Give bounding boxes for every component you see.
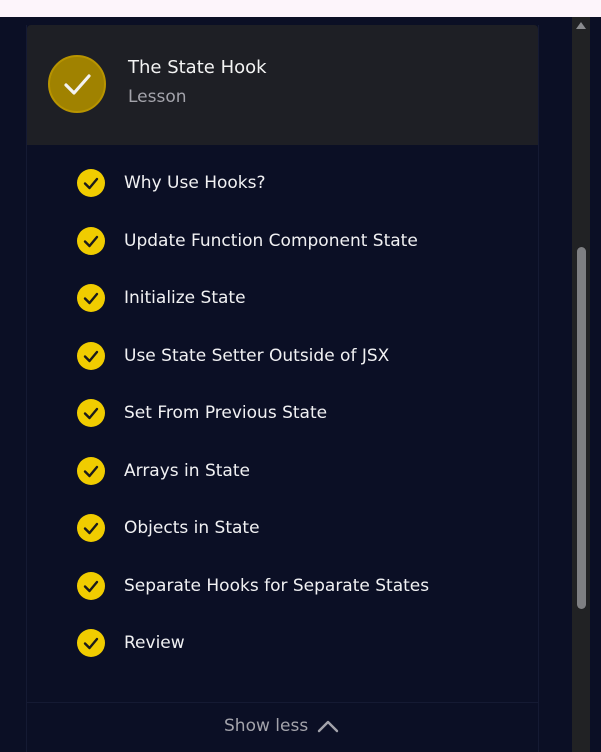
check-icon xyxy=(77,169,105,197)
check-icon xyxy=(77,572,105,600)
list-item[interactable]: Arrays in State xyxy=(77,456,250,486)
right-edge-strip xyxy=(590,17,601,752)
list-item-label: Objects in State xyxy=(124,518,260,538)
show-less-label: Show less xyxy=(224,716,309,736)
chevron-up-icon xyxy=(317,720,339,733)
show-less-button[interactable]: Show less xyxy=(224,716,339,736)
list-item[interactable]: Why Use Hooks? xyxy=(77,168,266,198)
list-item[interactable]: Set From Previous State xyxy=(77,398,327,428)
list-item-label: Separate Hooks for Separate States xyxy=(124,576,430,596)
list-item-label: Why Use Hooks? xyxy=(124,173,266,193)
lesson-panel: The State Hook Lesson Why Use Hooks? Upd… xyxy=(0,17,572,752)
list-item-label: Update Function Component State xyxy=(124,231,418,251)
list-item-label: Set From Previous State xyxy=(124,403,328,423)
lesson-title: The State Hook xyxy=(128,57,267,78)
list-item[interactable]: Initialize State xyxy=(77,283,246,313)
list-item-label: Initialize State xyxy=(124,288,246,308)
list-item[interactable]: Use State Setter Outside of JSX xyxy=(77,341,389,371)
scrollbar-thumb[interactable] xyxy=(577,247,586,609)
check-icon xyxy=(77,342,105,370)
list-item[interactable]: Objects in State xyxy=(77,513,260,543)
list-item-label: Arrays in State xyxy=(124,461,250,481)
lesson-header[interactable]: The State Hook Lesson xyxy=(27,25,538,145)
check-icon xyxy=(77,629,105,657)
check-icon xyxy=(77,284,105,312)
list-item[interactable]: Separate Hooks for Separate States xyxy=(77,571,429,601)
vertical-scrollbar[interactable] xyxy=(572,17,590,752)
list-item[interactable]: Review xyxy=(77,628,185,658)
check-icon xyxy=(77,399,105,427)
check-icon xyxy=(77,227,105,255)
scroll-up-arrow-icon[interactable] xyxy=(575,21,587,30)
browser-top-strip xyxy=(0,0,601,17)
lesson-completed-icon xyxy=(48,55,106,113)
list-item-label: Review xyxy=(124,633,185,653)
list-item-label: Use State Setter Outside of JSX xyxy=(124,346,390,366)
lesson-card: The State Hook Lesson Why Use Hooks? Upd… xyxy=(26,25,539,752)
card-footer: Show less xyxy=(27,702,538,752)
list-item[interactable]: Update Function Component State xyxy=(77,226,418,256)
check-icon xyxy=(77,514,105,542)
check-icon xyxy=(77,457,105,485)
lesson-type: Lesson xyxy=(128,87,187,107)
